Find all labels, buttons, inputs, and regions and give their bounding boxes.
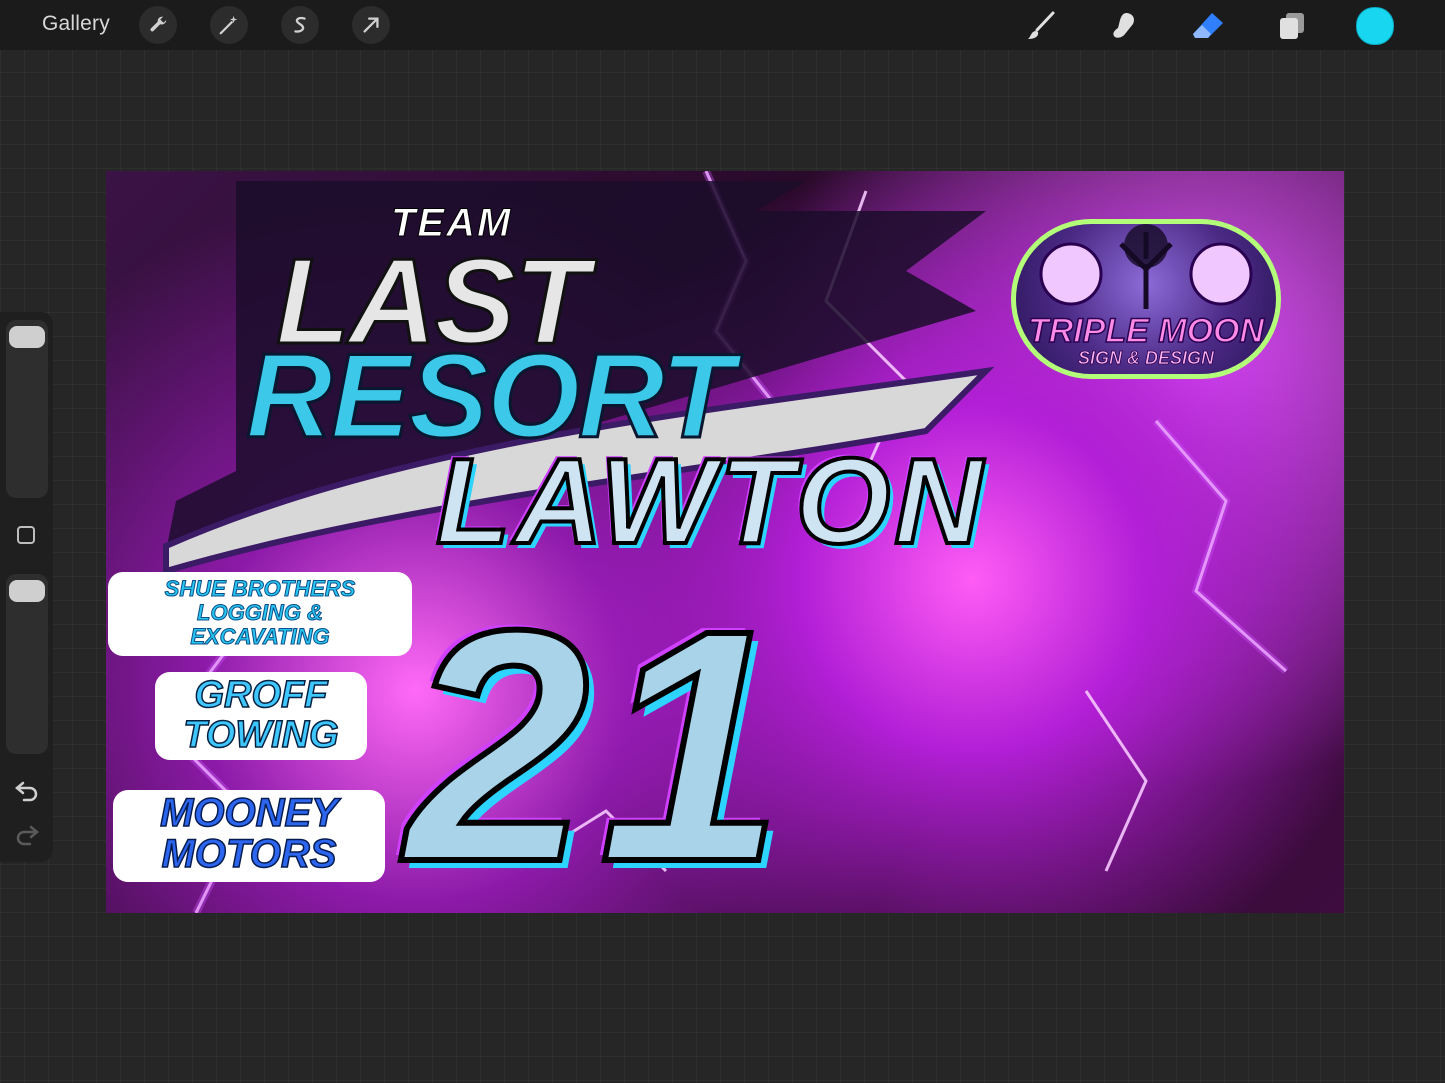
opacity-knob[interactable]	[9, 580, 45, 602]
selection-icon	[294, 16, 306, 33]
sponsor-mooney-motors: MOONEY MOTORS	[116, 791, 382, 879]
selection-button[interactable]	[281, 6, 319, 44]
paint-brush-button[interactable]	[1021, 6, 1061, 46]
moons-tree-icon	[1039, 224, 1253, 309]
top-toolbar: Gallery	[0, 0, 1445, 50]
sponsor-line: TOWING	[182, 714, 339, 756]
left-sidebar	[0, 312, 53, 862]
triple-moon-badge: TRIPLE MOON SIGN & DESIGN	[1011, 219, 1281, 379]
adjustments-button[interactable]	[210, 6, 248, 44]
gallery-button[interactable]: Gallery	[42, 12, 110, 36]
drawing-canvas[interactable]: TEAM LAST RESORT TRIPLE MOON SIGN & DESI…	[106, 171, 1344, 913]
eraser-button[interactable]	[1188, 6, 1228, 46]
sponsor-line: EXCAVATING	[190, 624, 330, 649]
actions-button[interactable]	[139, 6, 177, 44]
sponsor-line: MOONEY	[159, 791, 338, 835]
opacity-slider[interactable]	[6, 574, 48, 754]
transform-arrow-icon	[363, 17, 379, 33]
smudge-button[interactable]	[1104, 6, 1144, 46]
brush-icon	[1028, 11, 1055, 39]
sponsor-line: MOTORS	[161, 832, 337, 876]
undo-icon[interactable]	[14, 778, 40, 802]
car-number: 21	[403, 561, 794, 914]
sponsor-line: LOGGING &	[197, 600, 324, 625]
transform-button[interactable]	[352, 6, 390, 44]
layers-icon	[1280, 13, 1304, 39]
layers-button[interactable]	[1272, 6, 1312, 46]
driver-name: LAWTON	[434, 433, 987, 569]
sponsor-groff-towing: GROFF TOWING	[158, 674, 364, 757]
sponsor-shue-brothers: SHUE BROTHERS LOGGING & EXCAVATING	[111, 575, 409, 653]
badge-title: TRIPLE MOON	[1027, 311, 1265, 351]
color-picker-button[interactable]	[1356, 7, 1394, 45]
brush-size-knob[interactable]	[9, 326, 45, 348]
sponsor-line: GROFF	[194, 674, 328, 716]
eraser-icon	[1193, 13, 1223, 38]
sponsor-line: SHUE BROTHERS	[164, 576, 356, 601]
modify-button[interactable]	[17, 526, 35, 544]
brush-size-slider[interactable]	[6, 320, 48, 498]
smudge-icon	[1113, 13, 1135, 38]
magic-wand-icon	[219, 15, 238, 35]
redo-icon[interactable]	[14, 822, 40, 846]
wrench-icon	[150, 16, 167, 32]
badge-subtitle: SIGN & DESIGN	[1077, 348, 1215, 369]
